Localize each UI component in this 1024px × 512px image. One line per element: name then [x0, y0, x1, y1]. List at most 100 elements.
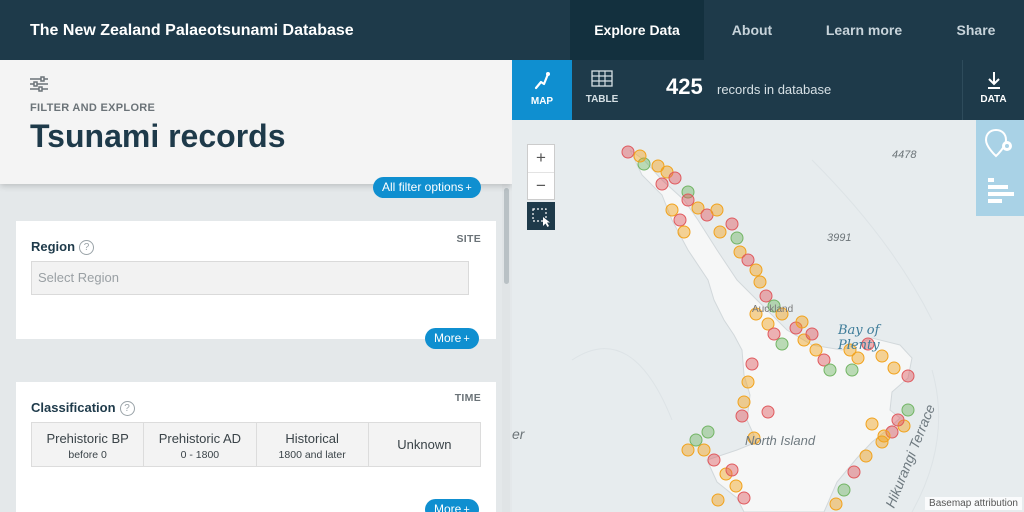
record-marker[interactable] — [859, 449, 873, 463]
help-icon[interactable]: ? — [79, 240, 95, 256]
record-marker[interactable] — [725, 217, 739, 231]
data-download-label: DATA — [980, 94, 1007, 105]
region-select[interactable]: Select Region — [31, 261, 469, 295]
legend-bars-tool[interactable] — [976, 168, 1024, 216]
basemap-attribution[interactable]: Basemap attribution — [925, 497, 1022, 510]
record-marker[interactable] — [677, 225, 691, 239]
record-marker[interactable] — [823, 363, 837, 377]
record-marker[interactable] — [829, 497, 843, 511]
location-settings-tool[interactable] — [976, 120, 1024, 172]
help-icon[interactable]: ? — [119, 401, 135, 417]
classification-prehistoric-ad[interactable]: Prehistoric AD 0 - 1800 — [144, 423, 257, 466]
region-more-label: More — [434, 331, 462, 345]
table-grid-icon — [591, 70, 613, 87]
record-marker[interactable] — [681, 443, 695, 457]
option-label: Prehistoric BP — [46, 431, 129, 446]
table-view-button[interactable]: TABLE — [572, 60, 632, 120]
classification-historical[interactable]: Historical 1800 and later — [256, 423, 369, 466]
record-marker[interactable] — [668, 171, 682, 185]
table-view-label: TABLE — [585, 94, 619, 105]
nav-learn-more[interactable]: Learn more — [800, 0, 928, 60]
record-marker[interactable] — [621, 145, 635, 159]
record-marker[interactable] — [713, 225, 727, 239]
record-marker[interactable] — [837, 483, 851, 497]
record-marker[interactable] — [865, 417, 879, 431]
box-select-tool[interactable] — [527, 202, 555, 230]
site-title[interactable]: The New Zealand Palaeotsunami Database — [30, 0, 354, 60]
record-marker[interactable] — [697, 443, 711, 457]
data-download-button[interactable]: DATA — [962, 60, 1024, 120]
page-title: Tsunami records — [30, 118, 286, 154]
record-marker[interactable] — [737, 395, 751, 409]
record-marker[interactable] — [901, 369, 915, 383]
classification-prehistoric-bp[interactable]: Prehistoric BP before 0 — [32, 423, 145, 466]
record-marker[interactable] — [877, 429, 891, 443]
location-gear-icon — [984, 128, 1012, 158]
record-marker[interactable] — [767, 327, 781, 341]
record-marker[interactable] — [673, 213, 687, 227]
record-marker[interactable] — [761, 405, 775, 419]
record-marker[interactable] — [851, 351, 865, 365]
download-icon — [987, 72, 1000, 89]
map-toolbar: MAP TABLE 425 records in database DATA — [512, 60, 1024, 120]
map-view-label: MAP — [530, 96, 554, 107]
map-canvas[interactable]: 4478 3991 Auckland Bay of Plenty North I… — [512, 120, 1024, 512]
record-marker[interactable] — [737, 491, 751, 505]
record-marker[interactable] — [847, 465, 861, 479]
classification-more-label: More — [434, 502, 462, 512]
option-label: Unknown — [397, 437, 452, 452]
region-more-button[interactable]: More + — [425, 328, 479, 349]
record-marker[interactable] — [707, 453, 721, 467]
scrollbar-thumb[interactable] — [504, 188, 509, 284]
record-marker[interactable] — [775, 337, 789, 351]
nav-share[interactable]: Share — [928, 0, 1024, 60]
bay-label-line1: Bay of — [838, 323, 880, 338]
record-marker[interactable] — [681, 193, 695, 207]
region-label-text: Region — [31, 239, 76, 254]
all-filter-options-button[interactable]: All filter options + — [373, 177, 481, 198]
record-marker[interactable] — [845, 363, 859, 377]
nav-about[interactable]: About — [704, 0, 800, 60]
record-marker[interactable] — [759, 289, 773, 303]
record-marker[interactable] — [633, 149, 647, 163]
record-marker[interactable] — [795, 315, 809, 329]
record-marker[interactable] — [655, 177, 669, 191]
bay-label: Bay of Plenty — [838, 323, 880, 353]
record-marker[interactable] — [891, 413, 905, 427]
record-marker[interactable] — [809, 343, 823, 357]
record-marker[interactable] — [805, 327, 819, 341]
record-marker[interactable] — [741, 253, 755, 267]
record-marker[interactable] — [689, 433, 703, 447]
record-marker[interactable] — [749, 263, 763, 277]
filter-sliders-icon[interactable] — [30, 76, 48, 92]
record-marker[interactable] — [729, 479, 743, 493]
classification-unknown[interactable]: Unknown — [368, 423, 480, 466]
record-marker[interactable] — [730, 231, 744, 245]
record-marker[interactable] — [735, 409, 749, 423]
record-marker[interactable] — [725, 463, 739, 477]
option-label: Historical — [285, 431, 339, 446]
site-tag: SITE — [456, 233, 481, 245]
zoom-out-button[interactable]: − — [528, 172, 554, 199]
record-marker[interactable] — [701, 425, 715, 439]
nav-explore-data[interactable]: Explore Data — [570, 0, 704, 60]
record-marker[interactable] — [711, 493, 725, 507]
record-marker[interactable] — [741, 375, 755, 389]
record-marker[interactable] — [710, 203, 724, 217]
record-marker[interactable] — [745, 357, 759, 371]
record-count: 425 — [666, 74, 703, 99]
bay-label-line2: Plenty — [838, 338, 880, 353]
classification-label-text: Classification — [31, 400, 116, 415]
map-view-button[interactable]: MAP — [512, 60, 572, 120]
panel-header: FILTER AND EXPLORE Tsunami records — [0, 60, 512, 184]
depth-label: 4478 — [892, 149, 917, 161]
zoom-in-button[interactable]: + — [528, 145, 554, 172]
record-marker[interactable] — [665, 203, 679, 217]
record-marker[interactable] — [901, 403, 915, 417]
record-marker[interactable] — [887, 361, 901, 375]
classification-label: Classification? — [31, 400, 135, 417]
filter-panel: FILTER AND EXPLORE Tsunami records All f… — [0, 60, 512, 512]
classification-segmented-control: Prehistoric BP before 0 Prehistoric AD 0… — [31, 422, 481, 467]
classification-more-button[interactable]: More + — [425, 499, 479, 512]
record-marker[interactable] — [753, 275, 767, 289]
